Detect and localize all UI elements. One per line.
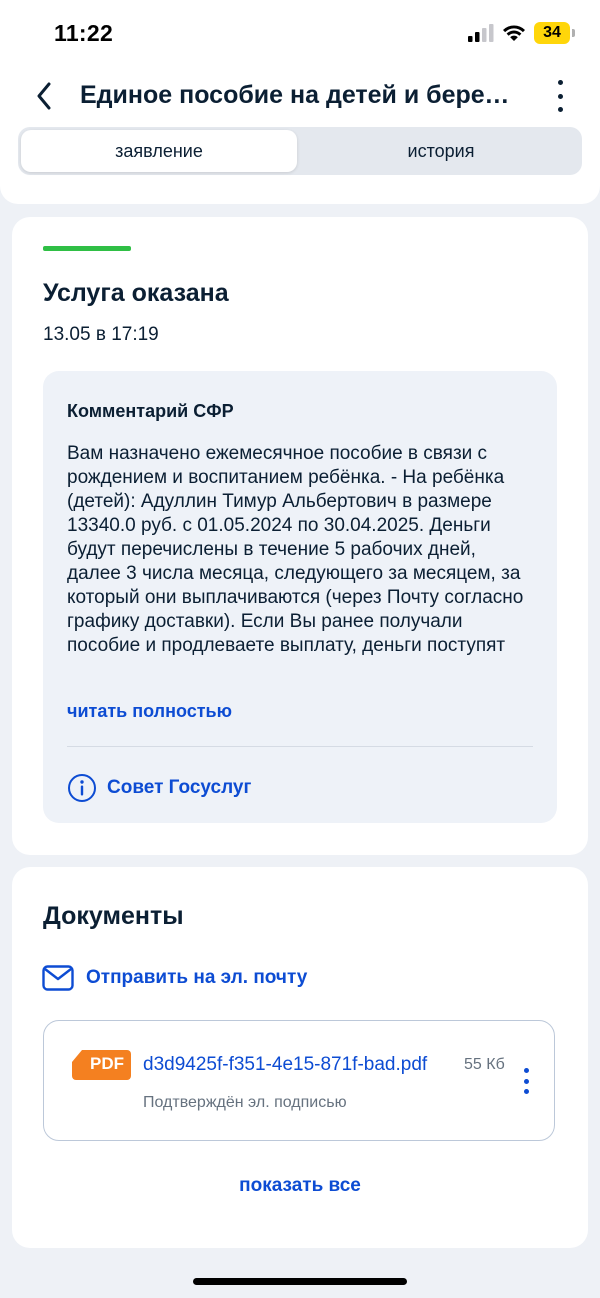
cellular-signal-icon <box>468 24 494 42</box>
send-email-label: Отправить на эл. почту <box>86 967 308 988</box>
mail-icon <box>42 965 74 991</box>
comment-divider <box>67 746 533 747</box>
status-time: 11:22 <box>54 20 114 46</box>
status-title: Услуга оказана <box>43 279 229 307</box>
status-date: 13.05 в 17:19 <box>43 324 159 345</box>
back-button[interactable] <box>26 78 62 114</box>
documents-card: Документы Отправить на эл. почту PDF d3d… <box>12 867 588 1248</box>
file-name: d3d9425f-f351-4e15-871f-bad.pdf <box>143 1054 428 1075</box>
status-icons: 34 <box>468 20 575 46</box>
status-bar: 11:22 34 <box>0 0 600 64</box>
send-email-button[interactable]: Отправить на эл. почту <box>42 963 307 993</box>
read-more-link[interactable]: читать полностью <box>67 701 232 722</box>
more-dot-icon <box>557 80 563 85</box>
comment-box: Комментарий СФР Вам назначено ежемесячно… <box>43 371 557 823</box>
gosuslugi-tip-link[interactable]: Совет Госуслуг <box>67 772 251 804</box>
file-type-label: PDF <box>90 1054 124 1073</box>
file-signature-status: Подтверждён эл. подписью <box>143 1094 347 1111</box>
tab-bar: заявление история <box>18 127 582 175</box>
comment-text: Вам назначено ежемесячное пособие в связ… <box>67 443 524 656</box>
status-card: Услуга оказана 13.05 в 17:19 Комментарий… <box>12 217 588 855</box>
home-indicator <box>193 1278 407 1285</box>
wifi-icon <box>503 25 525 41</box>
documents-title: Документы <box>43 902 184 930</box>
tip-label: Совет Госуслуг <box>107 777 252 798</box>
more-options-button[interactable] <box>548 80 572 112</box>
comment-title: Комментарий СФР <box>67 401 234 421</box>
tab-application[interactable]: заявление <box>21 130 297 172</box>
file-more-button[interactable] <box>522 1068 530 1094</box>
info-icon <box>68 774 96 802</box>
more-dot-icon <box>523 1078 529 1084</box>
more-dot-icon <box>523 1068 529 1073</box>
page-title: Единое пособие на детей и беременным жен… <box>80 81 520 109</box>
show-all-link[interactable]: показать все <box>12 1175 588 1197</box>
file-size: 55 Кб <box>464 1056 505 1073</box>
status-accent-line <box>43 246 131 251</box>
tab-history[interactable]: история <box>303 130 579 172</box>
file-item[interactable]: PDF d3d9425f-f351-4e15-871f-bad.pdf 55 К… <box>43 1020 555 1141</box>
more-dot-icon <box>557 107 563 112</box>
more-dot-icon <box>557 93 563 99</box>
header: Единое пособие на детей и беременным жен… <box>0 64 600 204</box>
more-dot-icon <box>523 1089 529 1094</box>
battery-indicator: 34 <box>534 22 575 44</box>
chevron-left-icon <box>37 82 51 110</box>
pdf-file-icon: PDF <box>72 1050 131 1080</box>
